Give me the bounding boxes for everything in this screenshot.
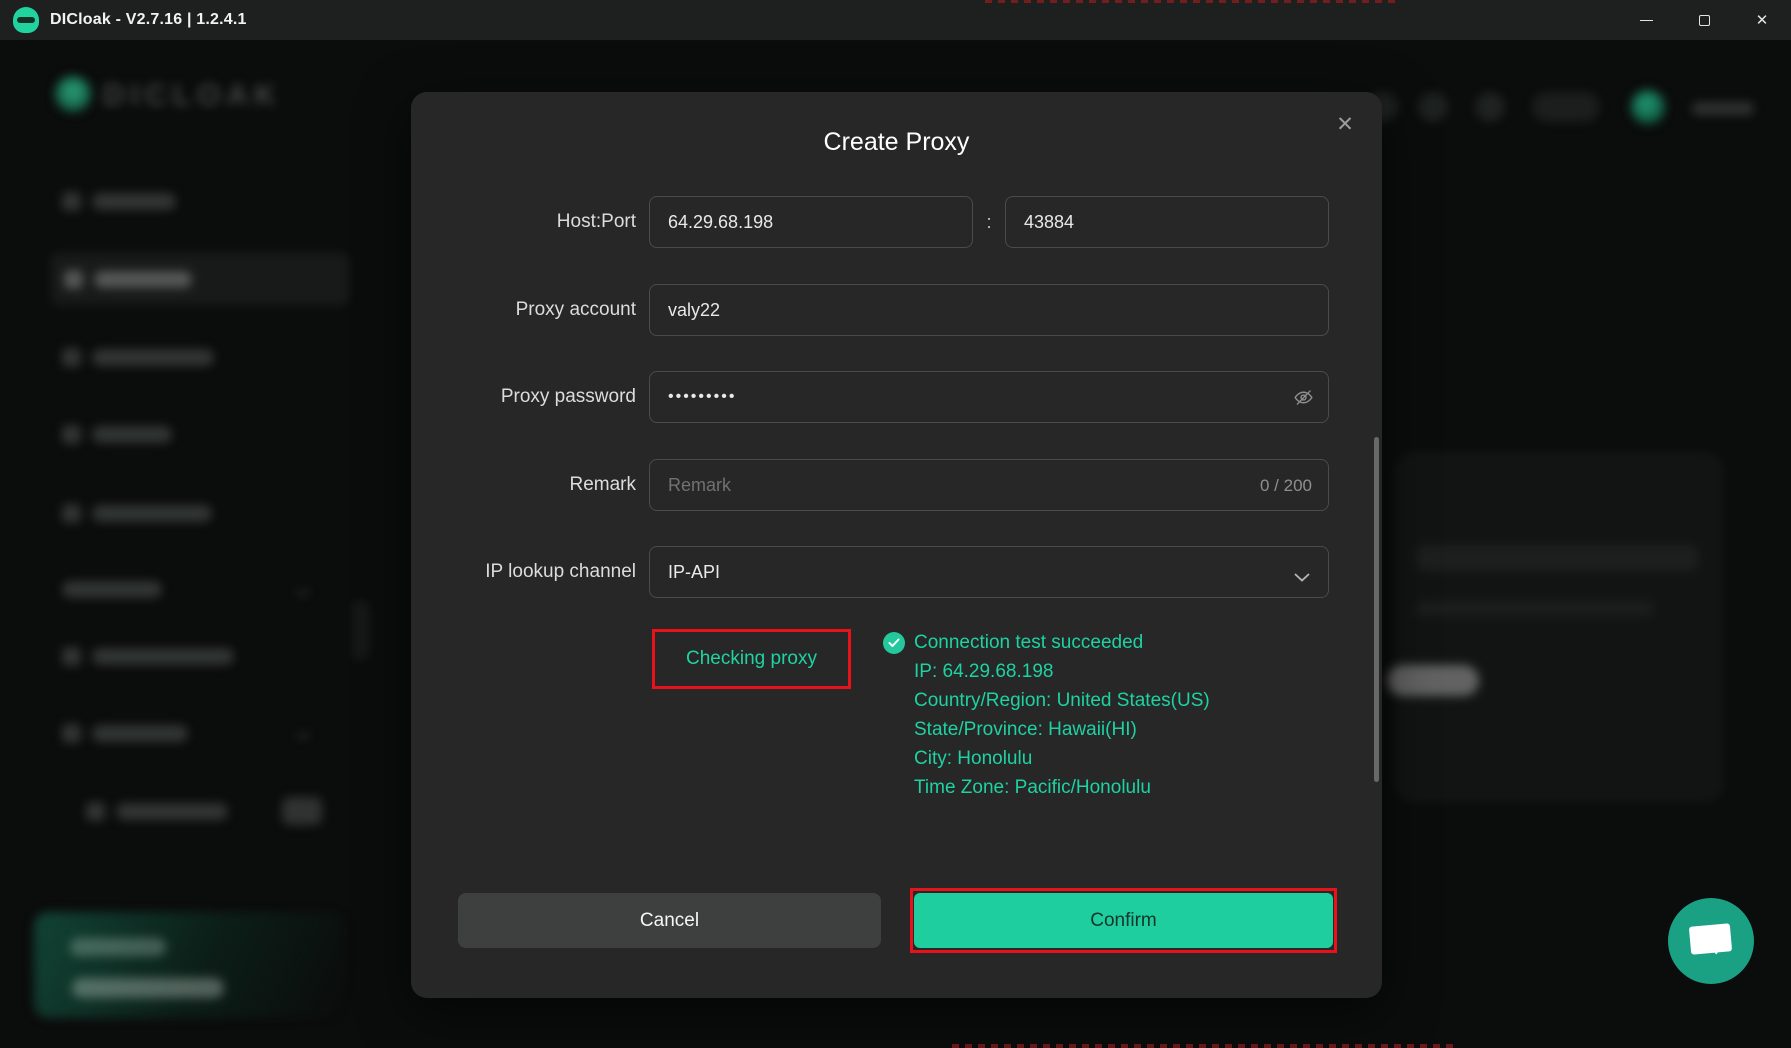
promo-line [72,978,224,998]
background-button [1387,665,1479,696]
sidebar-item[interactable] [92,725,188,742]
minimize-button[interactable] [1617,0,1675,40]
maximize-icon [1699,15,1710,26]
ip-channel-select[interactable]: IP-API [649,546,1329,598]
confirm-annotation-box [910,888,1337,953]
window-title: DICloak - V2.7.16 | 1.2.4.1 [50,11,247,29]
close-icon: ✕ [1756,13,1769,28]
sidebar-promo-card[interactable] [34,912,345,1018]
result-line: Connection test succeeded [914,628,1143,657]
sidebar-item-icon [62,425,81,444]
result-line: Time Zone: Pacific/Honolulu [914,773,1210,802]
result-line: Country/Region: United States(US) [914,686,1210,715]
modal-title: Create Proxy [411,128,1382,157]
sidebar-item[interactable] [116,803,228,820]
cancel-button[interactable]: Cancel [458,893,881,948]
host-port-label: Host:Port [411,196,636,248]
chevron-down-icon [1294,569,1310,587]
support-chat-button[interactable] [1668,898,1754,984]
chevron-icon [296,726,310,740]
window-titlebar: DICloak - V2.7.16 | 1.2.4.1 ✕ [0,0,1791,40]
sidebar-item-icon [64,270,83,289]
proxy-password-input[interactable] [650,372,1328,422]
result-line: IP: 64.29.68.198 [914,657,1210,686]
sidebar-brand: DICLOAK [103,79,282,113]
app-logo-icon [13,7,39,33]
sidebar-item[interactable] [92,349,214,366]
close-window-button[interactable]: ✕ [1733,0,1791,40]
sidebar-item-icon [62,724,81,743]
sidebar-item[interactable] [92,193,176,210]
host-input[interactable] [650,197,972,247]
checking-proxy-annotation-box: Checking proxy [652,629,851,689]
create-proxy-modal: Create Proxy ✕ Host:Port : Proxy account… [411,92,1382,998]
proxy-password-row: Proxy password [411,371,1382,423]
sidebar-item[interactable] [92,648,234,665]
remark-field[interactable]: 0 / 200 [649,459,1329,511]
connection-test-result: Connection test succeeded IP: 64.29.68.1… [883,628,1210,802]
result-line: State/Province: Hawaii(HI) [914,715,1210,744]
clipped-annotation-bottom [952,1044,1457,1048]
background-row [1416,545,1698,571]
port-field[interactable] [1005,196,1329,248]
sidebar-logo-icon [55,76,91,112]
chevron-icon [296,583,310,597]
minimize-icon [1640,20,1653,21]
background-row [1416,601,1654,616]
header-icon[interactable] [1418,92,1448,122]
header-pill[interactable] [1532,92,1600,122]
background-panel [1395,452,1723,802]
ip-channel-label: IP lookup channel [411,546,636,598]
clipped-annotation-top [985,0,1400,3]
ip-channel-row: IP lookup channel IP-API [411,546,1382,598]
proxy-account-label: Proxy account [411,284,636,336]
promo-line [70,938,166,956]
sidebar-item-icon [86,802,105,821]
remark-label: Remark [411,459,636,511]
sidebar-item-label [94,271,192,288]
avatar[interactable] [1631,90,1665,124]
password-visibility-toggle[interactable] [1293,387,1314,413]
sidebar-item[interactable] [92,505,212,522]
host-field[interactable] [649,196,973,248]
proxy-account-input[interactable] [650,285,1328,335]
account-name-blob [1692,102,1754,115]
window-controls: ✕ [1617,0,1791,40]
success-check-icon [883,632,905,654]
checking-proxy-link[interactable]: Checking proxy [686,648,817,670]
sidebar-item-icon [62,504,81,523]
new-badge [282,797,322,825]
port-input[interactable] [1006,197,1328,247]
modal-scrollbar[interactable] [1374,437,1379,782]
sidebar-section[interactable] [62,581,162,598]
eye-off-icon [1293,387,1314,408]
app-window: DICloak - V2.7.16 | 1.2.4.1 ✕ DICLOAK [0,0,1791,1048]
sidebar-item-icon [62,348,81,367]
host-port-row: Host:Port : [411,196,1382,248]
sidebar-item[interactable] [92,426,172,443]
remark-row: Remark 0 / 200 [411,459,1382,511]
proxy-account-field[interactable] [649,284,1329,336]
sidebar-collapse-handle[interactable] [352,600,370,660]
maximize-button[interactable] [1675,0,1733,40]
modal-close-button[interactable]: ✕ [1329,108,1361,140]
remark-input[interactable] [650,460,1328,510]
proxy-password-field[interactable] [649,371,1329,423]
result-line: City: Honolulu [914,744,1210,773]
ip-channel-value: IP-API [650,562,720,583]
proxy-account-row: Proxy account [411,284,1382,336]
sidebar-item-icon [62,192,81,211]
header-icon[interactable] [1475,92,1505,122]
proxy-password-label: Proxy password [411,371,636,423]
host-port-separator: : [981,196,997,248]
chat-bubble-icon [1689,923,1732,954]
sidebar-item-icon [62,647,81,666]
